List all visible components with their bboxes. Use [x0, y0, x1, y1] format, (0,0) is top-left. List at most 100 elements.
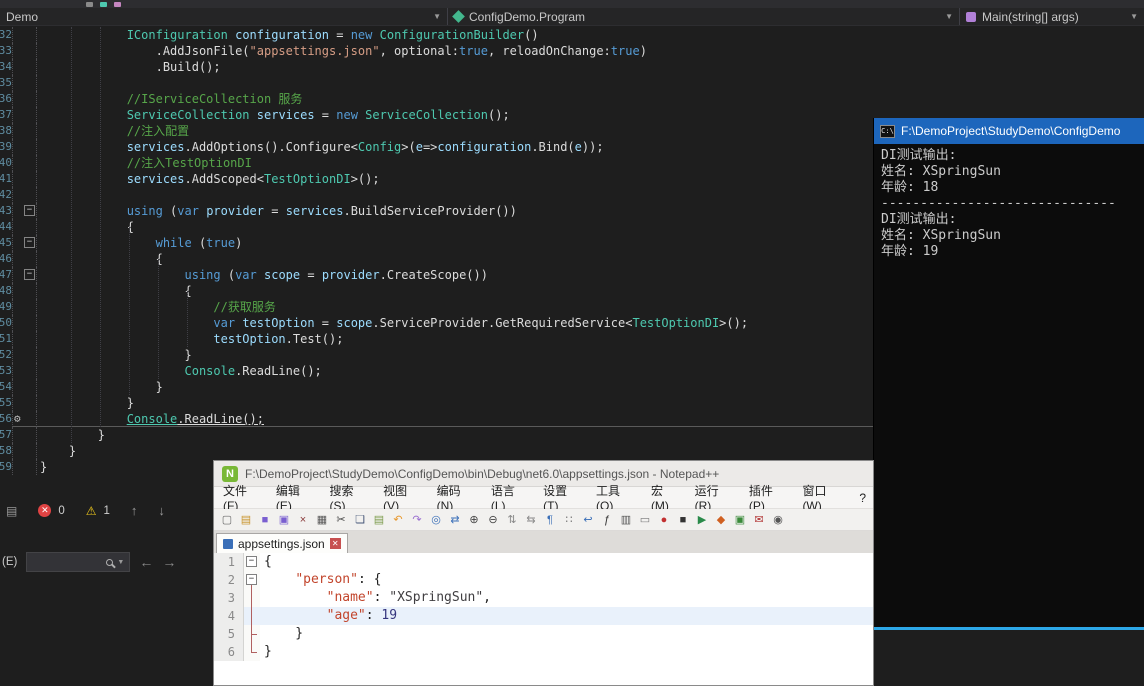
- macro-record-icon[interactable]: ●: [655, 511, 673, 528]
- editor-gutter: −: [12, 267, 37, 283]
- notepad-title-text: F:\DemoProject\StudyDemo\ConfigDemo\bin\…: [245, 467, 719, 481]
- navigate-back-icon[interactable]: ←: [139, 554, 153, 570]
- line-number: 37: [0, 107, 12, 123]
- navbar-type-label: ConfigDemo.Program: [469, 10, 585, 24]
- console-title-bar[interactable]: C:\ F:\DemoProject\StudyDemo\ConfigDemo: [874, 118, 1144, 144]
- editor-gutter: [12, 251, 37, 267]
- find-icon[interactable]: ◎: [427, 511, 445, 528]
- navbar-member-dropdown[interactable]: Main(string[] args) ▼: [960, 8, 1144, 25]
- vs-code-line: 36 //IServiceCollection 服务: [0, 91, 1144, 107]
- code-text: [37, 75, 1144, 91]
- save-all-icon[interactable]: ▣: [275, 511, 293, 528]
- code-text: }: [260, 643, 873, 661]
- code-text: {: [260, 553, 873, 571]
- fold-collapse-box[interactable]: −: [24, 205, 35, 216]
- search-input[interactable]: ▼: [26, 552, 130, 572]
- undo-icon[interactable]: ↶: [389, 511, 407, 528]
- zoom-in-icon[interactable]: ⊕: [465, 511, 483, 528]
- plugin-json-icon[interactable]: ◆: [712, 511, 730, 528]
- navbar-project-dropdown[interactable]: Demo ▼: [0, 8, 448, 25]
- sync-h-icon[interactable]: ⇆: [522, 511, 540, 528]
- editor-gutter: [12, 331, 37, 347]
- line-number: 4: [214, 607, 244, 625]
- chevron-down-icon: ▼: [433, 12, 441, 21]
- line-number: 33: [0, 43, 12, 59]
- editor-gutter: [12, 395, 37, 411]
- warning-icon[interactable]: ⚠: [86, 504, 97, 518]
- paste-icon[interactable]: ▤: [370, 511, 388, 528]
- line-number: 35: [0, 75, 12, 91]
- error-list-toolbar: ▤ ✕ 0 ⚠ 1 ↑ ↓: [6, 503, 165, 518]
- fold-margin: −: [244, 571, 260, 589]
- indent-guide-icon[interactable]: ∷: [560, 511, 578, 528]
- notepad-editor[interactable]: 1−{2− "person": {3 "name": "XSpringSun",…: [214, 553, 873, 685]
- sync-v-icon[interactable]: ⇅: [503, 511, 521, 528]
- indent-guide: [129, 227, 130, 395]
- error-count[interactable]: 0: [58, 505, 64, 517]
- macro-play-icon[interactable]: ▶: [693, 511, 711, 528]
- replace-icon[interactable]: ⇄: [446, 511, 464, 528]
- navigate-up-icon[interactable]: ↑: [131, 503, 138, 518]
- fold-collapse-box[interactable]: −: [246, 556, 257, 567]
- tab-appsettings-json[interactable]: appsettings.json ✕: [216, 533, 348, 553]
- console-title-text: F:\DemoProject\StudyDemo\ConfigDemo: [901, 124, 1120, 138]
- navbar-member-label: Main(string[] args): [982, 10, 1079, 24]
- console-line: 年龄: 18: [881, 180, 1137, 196]
- chevron-down-icon: ▼: [1130, 12, 1138, 21]
- warning-count[interactable]: 1: [104, 505, 110, 517]
- close-icon[interactable]: ✕: [330, 538, 341, 549]
- function-list-icon[interactable]: ƒ: [598, 511, 616, 528]
- line-number: 36: [0, 91, 12, 107]
- word-wrap-icon[interactable]: ↩: [579, 511, 597, 528]
- copy-icon[interactable]: ❏: [351, 511, 369, 528]
- doc-map-icon[interactable]: ▥: [617, 511, 635, 528]
- indent-guide: [100, 27, 101, 427]
- macro-stop-icon[interactable]: ■: [674, 511, 692, 528]
- editor-gutter: [12, 43, 37, 59]
- navigate-down-icon[interactable]: ↓: [158, 503, 165, 518]
- plugin-mail-icon[interactable]: ✉: [750, 511, 768, 528]
- fold-collapse-box[interactable]: −: [24, 269, 35, 280]
- notepad-tab-bar: appsettings.json ✕: [214, 531, 873, 553]
- doc-switcher-icon[interactable]: ▭: [636, 511, 654, 528]
- fold-line: [251, 585, 252, 652]
- errors-icon[interactable]: ✕: [38, 504, 51, 517]
- notepad-code-line: 4 "age": 19: [214, 607, 873, 625]
- line-number: 1: [214, 553, 244, 571]
- redo-icon[interactable]: ↷: [408, 511, 426, 528]
- search-row-label: (E): [2, 556, 17, 568]
- navbar-type-dropdown[interactable]: ConfigDemo.Program ▼: [448, 8, 960, 25]
- all-chars-icon[interactable]: ¶: [541, 511, 559, 528]
- print-icon[interactable]: ▦: [313, 511, 331, 528]
- plugin-eye-icon[interactable]: ◉: [769, 511, 787, 528]
- line-number: 39: [0, 139, 12, 155]
- indent-guide: [187, 291, 188, 347]
- code-text: //IServiceCollection 服务: [37, 91, 1144, 107]
- save-icon[interactable]: ■: [256, 511, 274, 528]
- close-icon[interactable]: ×: [294, 511, 312, 528]
- plugin-compare-icon[interactable]: ▣: [731, 511, 749, 528]
- fold-margin: [244, 607, 260, 625]
- navigate-forward-icon[interactable]: →: [162, 554, 176, 570]
- vs-toolbar-fragment: [0, 0, 1144, 8]
- fold-collapse-box[interactable]: −: [246, 574, 257, 585]
- line-number: 46: [0, 251, 12, 267]
- zoom-out-icon[interactable]: ⊖: [484, 511, 502, 528]
- toolbar-fragment-icon: [86, 2, 93, 7]
- line-number: 41: [0, 171, 12, 187]
- new-file-icon[interactable]: ▢: [218, 511, 236, 528]
- editor-gutter: [12, 443, 37, 459]
- vs-code-line: 33 .AddJsonFile("appsettings.json", opti…: [0, 43, 1144, 59]
- fold-line: [251, 634, 257, 635]
- editor-gutter: [12, 171, 37, 187]
- document-icon[interactable]: ▤: [6, 504, 17, 518]
- fold-collapse-box[interactable]: −: [24, 237, 35, 248]
- menu-item[interactable]: ?: [852, 491, 873, 505]
- editor-gutter: [12, 363, 37, 379]
- editor-gutter: [12, 155, 37, 171]
- quick-actions-icon[interactable]: ⚙: [14, 412, 21, 426]
- cut-icon[interactable]: ✂: [332, 511, 350, 528]
- open-icon[interactable]: ▤: [237, 511, 255, 528]
- line-number: 55: [0, 395, 12, 411]
- line-number: 58: [0, 443, 12, 459]
